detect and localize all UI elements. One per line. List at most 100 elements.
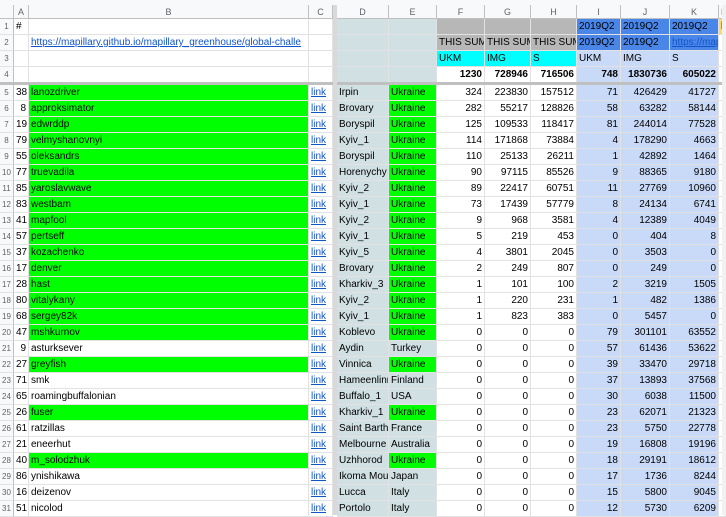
rank-cell[interactable]: 57 bbox=[14, 229, 29, 245]
username-cell[interactable]: greyfish bbox=[29, 357, 309, 373]
country-cell[interactable]: Japan bbox=[389, 469, 437, 485]
rank-cell[interactable]: 37 bbox=[14, 245, 29, 261]
row-number[interactable]: 19 bbox=[0, 309, 14, 325]
profile-link[interactable]: link bbox=[309, 213, 333, 229]
this-sum-s[interactable]: 0 bbox=[531, 373, 577, 389]
this-sum-s[interactable]: 26211 bbox=[531, 149, 577, 165]
this-sum-s[interactable]: 0 bbox=[531, 453, 577, 469]
quarter-header-link[interactable]: https://map bbox=[670, 35, 719, 51]
row-number[interactable]: 28 bbox=[0, 453, 14, 469]
q2-s[interactable]: 22778 bbox=[670, 421, 719, 437]
row-number[interactable]: 20 bbox=[0, 325, 14, 341]
this-sum-ukm[interactable]: 1 bbox=[437, 293, 485, 309]
profile-link[interactable]: link bbox=[309, 245, 333, 261]
username-cell[interactable]: lanozdriver bbox=[29, 85, 309, 101]
cell-e2[interactable] bbox=[389, 35, 437, 51]
vertical-scrollbar[interactable] bbox=[722, 5, 726, 515]
cell-d3[interactable] bbox=[337, 51, 389, 67]
this-sum-img[interactable]: 0 bbox=[485, 405, 531, 421]
username-cell[interactable]: hast bbox=[29, 277, 309, 293]
quarter-header[interactable]: 2019Q2 bbox=[577, 35, 621, 51]
q2-img[interactable]: 3219 bbox=[621, 277, 670, 293]
q2-s[interactable]: 19196 bbox=[670, 437, 719, 453]
q2-s[interactable]: 9045 bbox=[670, 485, 719, 501]
q2-s[interactable]: 8 bbox=[670, 229, 719, 245]
q2-s[interactable]: 11500 bbox=[670, 389, 719, 405]
rank-cell[interactable]: 65 bbox=[14, 389, 29, 405]
city-cell[interactable]: Boryspil bbox=[337, 117, 389, 133]
this-sum-s[interactable]: 60751 bbox=[531, 181, 577, 197]
q2-img[interactable]: 249 bbox=[621, 261, 670, 277]
total-value[interactable]: 728946 bbox=[485, 67, 531, 83]
row-number[interactable]: 4 bbox=[0, 67, 14, 83]
profile-link[interactable]: link bbox=[309, 149, 333, 165]
city-cell[interactable]: Kyiv_1 bbox=[337, 229, 389, 245]
column-header-k[interactable]: K bbox=[670, 5, 719, 19]
row-number[interactable]: 15 bbox=[0, 245, 14, 261]
username-cell[interactable]: pertseff bbox=[29, 229, 309, 245]
this-sum-ukm[interactable]: 89 bbox=[437, 181, 485, 197]
row-number[interactable]: 12 bbox=[0, 197, 14, 213]
country-cell[interactable]: Ukraine bbox=[389, 85, 437, 101]
q2-ukm[interactable]: 19 bbox=[577, 437, 621, 453]
q2-ukm[interactable]: 23 bbox=[577, 421, 621, 437]
country-cell[interactable]: France bbox=[389, 421, 437, 437]
cell-h1[interactable] bbox=[531, 19, 577, 35]
rank-cell[interactable]: 28 bbox=[14, 277, 29, 293]
city-cell[interactable]: Brovary bbox=[337, 101, 389, 117]
this-sum-s[interactable]: 85526 bbox=[531, 165, 577, 181]
country-cell[interactable]: Ukraine bbox=[389, 277, 437, 293]
country-cell[interactable]: Ukraine bbox=[389, 405, 437, 421]
cell-b3[interactable] bbox=[29, 51, 309, 67]
this-sum-s[interactable]: 0 bbox=[531, 421, 577, 437]
rank-cell[interactable]: 17 bbox=[14, 261, 29, 277]
q2-ukm[interactable]: 11 bbox=[577, 181, 621, 197]
q2-img[interactable]: 16808 bbox=[621, 437, 670, 453]
city-cell[interactable]: Kyiv_2 bbox=[337, 213, 389, 229]
this-sum-s[interactable]: 453 bbox=[531, 229, 577, 245]
username-cell[interactable]: sergey82k bbox=[29, 309, 309, 325]
this-sum-img[interactable]: 0 bbox=[485, 389, 531, 405]
this-sum-ukm[interactable]: 324 bbox=[437, 85, 485, 101]
metric-label[interactable]: IMG bbox=[485, 51, 531, 67]
q2-img[interactable]: 88365 bbox=[621, 165, 670, 181]
q2-s[interactable]: 1386 bbox=[670, 293, 719, 309]
this-sum-img[interactable]: 220 bbox=[485, 293, 531, 309]
select-all-corner[interactable] bbox=[0, 5, 14, 19]
metric-label[interactable]: UKM bbox=[437, 51, 485, 67]
city-cell[interactable]: Brovary bbox=[337, 261, 389, 277]
row-number[interactable]: 30 bbox=[0, 485, 14, 501]
q2-ukm[interactable]: 81 bbox=[577, 117, 621, 133]
metric-label[interactable]: S bbox=[531, 51, 577, 67]
metric-label[interactable]: UKM bbox=[577, 51, 621, 67]
row-number[interactable]: 26 bbox=[0, 421, 14, 437]
profile-link[interactable]: link bbox=[309, 261, 333, 277]
rank-cell[interactable]: 19 bbox=[14, 117, 29, 133]
rank-cell[interactable]: 21 bbox=[14, 437, 29, 453]
cell-e4[interactable] bbox=[389, 67, 437, 83]
q2-img[interactable]: 13893 bbox=[621, 373, 670, 389]
quarter-header[interactable]: 2019Q2 bbox=[621, 35, 670, 51]
this-sum-s[interactable]: 157512 bbox=[531, 85, 577, 101]
this-sum-img[interactable]: 101 bbox=[485, 277, 531, 293]
this-sum-s[interactable]: 73884 bbox=[531, 133, 577, 149]
q2-s[interactable]: 9180 bbox=[670, 165, 719, 181]
city-cell[interactable]: Kharkiv_1 bbox=[337, 405, 389, 421]
this-sum-ukm[interactable]: 9 bbox=[437, 213, 485, 229]
this-sum-ukm[interactable]: 282 bbox=[437, 101, 485, 117]
row-number[interactable]: 29 bbox=[0, 469, 14, 485]
q2-s[interactable]: 0 bbox=[670, 245, 719, 261]
country-cell[interactable]: Ukraine bbox=[389, 453, 437, 469]
q2-ukm[interactable]: 23 bbox=[577, 405, 621, 421]
column-header-d[interactable]: D bbox=[337, 5, 389, 19]
city-cell[interactable]: Vinnica bbox=[337, 357, 389, 373]
column-header-f[interactable]: F bbox=[437, 5, 485, 19]
q2-img[interactable]: 1736 bbox=[621, 469, 670, 485]
row-number[interactable]: 13 bbox=[0, 213, 14, 229]
username-cell[interactable]: deizenov bbox=[29, 485, 309, 501]
city-cell[interactable]: Kyiv_2 bbox=[337, 293, 389, 309]
rank-cell[interactable]: 41 bbox=[14, 213, 29, 229]
country-cell[interactable]: Finland bbox=[389, 373, 437, 389]
q2-s[interactable]: 0 bbox=[670, 261, 719, 277]
username-cell[interactable]: fuser bbox=[29, 405, 309, 421]
